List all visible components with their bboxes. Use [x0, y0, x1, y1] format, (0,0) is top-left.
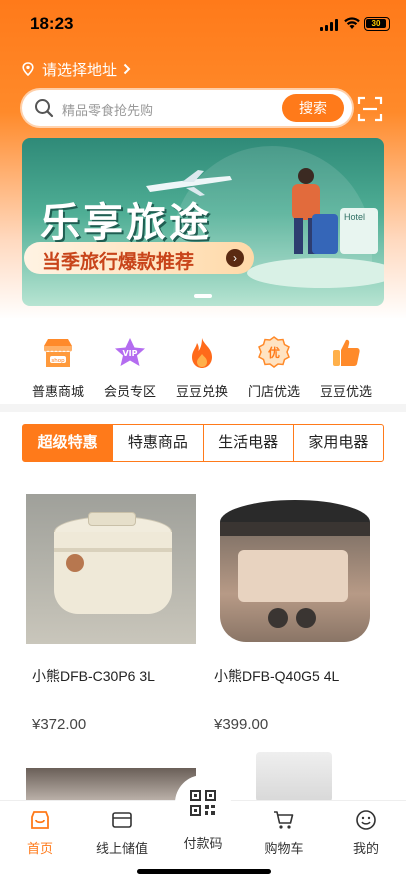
wallet-card-icon [112, 812, 132, 828]
product-image-cream-rice-cooker [26, 494, 196, 644]
category-label: 会员专区 [103, 384, 156, 399]
suitcase-illustration [312, 214, 338, 254]
address-label: 请选择地址 [42, 61, 118, 79]
carousel-indicator [194, 294, 212, 298]
category-item-shop[interactable]: shop 普惠商城 [22, 336, 94, 400]
tabbar-item-pay-code[interactable]: 付款码 [163, 775, 243, 852]
category-label: 门店优选 [247, 384, 300, 399]
category-label: 豆豆优选 [319, 384, 372, 399]
status-time: 18:23 [30, 14, 74, 33]
category-item-vip[interactable]: VIP 会员专区 [94, 336, 166, 400]
tabbar-label: 首页 [26, 841, 53, 856]
hotel-sign: Hotel [344, 212, 366, 222]
category-label: 豆豆兑换 [175, 384, 228, 399]
tabbar-item-home[interactable]: 首页 [0, 809, 80, 857]
tabbar-label: 线上储值 [95, 841, 148, 856]
svg-text:shop: shop [51, 358, 65, 364]
home-indicator [137, 869, 271, 874]
cart-icon [274, 811, 294, 829]
product-image-bronze-rice-cooker [208, 494, 378, 654]
vip-icon: VIP [115, 338, 145, 366]
scan-icon[interactable] [357, 96, 383, 122]
shop-icon: shop [44, 339, 72, 367]
hotel-building-illustration: Hotel [340, 208, 378, 254]
tab-super-deals[interactable]: 超级特惠 [23, 425, 114, 461]
pay-code-circle [175, 775, 231, 831]
arrow-right-icon: › [226, 249, 244, 267]
category-row: shop 普惠商城 VIP 会员专区 豆豆兑换 优 门店优选 豆豆优选 [0, 318, 406, 404]
product-name: 小熊DFB-C30P6 3L [32, 668, 155, 684]
product-tabs: 超级特惠 特惠商品 生活电器 家用电器 [22, 424, 384, 462]
product-card[interactable]: 小熊DFB-Q40G5 4L ¥399.00 [208, 494, 378, 744]
banner-subtitle-pill[interactable]: 当季旅行爆款推荐 › [24, 242, 254, 274]
svg-text:优: 优 [268, 345, 280, 360]
svg-text:VIP: VIP [122, 349, 137, 358]
status-bar: 18:23 30 [0, 14, 406, 36]
search-placeholder: 精品零食抢先购 [62, 103, 154, 118]
cellular-signal-icon [320, 19, 340, 31]
tab-home-appliances[interactable]: 家用电器 [294, 425, 383, 461]
banner-subtitle: 当季旅行爆款推荐 [42, 252, 195, 273]
category-item-bean-select[interactable]: 豆豆优选 [310, 336, 382, 400]
banner-stage [247, 258, 384, 288]
tabbar-label: 我的 [352, 841, 379, 856]
thumbs-up-icon [333, 339, 360, 366]
category-item-store-select[interactable]: 优 门店优选 [238, 336, 310, 400]
chevron-right-icon [123, 63, 131, 75]
address-selector[interactable]: 请选择地址 [22, 58, 131, 80]
promo-banner[interactable]: Hotel 乐享旅途 当季旅行爆款推荐 › [22, 138, 384, 306]
battery-level: 30 [366, 19, 386, 28]
tabbar-item-online-topup[interactable]: 线上储值 [82, 809, 162, 857]
product-price: ¥372.00 [32, 716, 87, 733]
tab-special-goods[interactable]: 特惠商品 [113, 425, 204, 461]
tabbar-item-profile[interactable]: 我的 [326, 809, 406, 857]
tabbar-label: 付款码 [183, 836, 223, 851]
search-button[interactable]: 搜索 [282, 94, 344, 122]
category-label: 普惠商城 [31, 384, 84, 399]
battery-icon: 30 [364, 17, 390, 31]
category-item-bean-exchange[interactable]: 豆豆兑换 [166, 336, 238, 400]
banner-title: 乐享旅途 [40, 200, 212, 246]
home-icon [31, 811, 49, 829]
product-card[interactable]: 小熊DFB-C30P6 3L ¥372.00 [26, 494, 196, 744]
flame-icon [192, 338, 212, 368]
product-section: 超级特惠 特惠商品 生活电器 家用电器 小熊DFB-C30P6 3L ¥372.… [0, 412, 406, 802]
search-icon [35, 99, 54, 118]
product-card-partial[interactable] [256, 752, 332, 802]
search-bar[interactable]: 精品零食抢先购 搜索 [22, 90, 352, 126]
qr-code-icon [190, 790, 216, 816]
wifi-icon [344, 17, 360, 29]
tabbar-item-cart[interactable]: 购物车 [244, 809, 324, 857]
product-price: ¥399.00 [214, 716, 269, 733]
location-pin-icon [22, 62, 34, 76]
tabbar-label: 购物车 [264, 841, 304, 856]
product-name: 小熊DFB-Q40G5 4L [214, 668, 340, 684]
badge-you-icon: 优 [258, 336, 290, 368]
smiley-icon [356, 810, 376, 830]
tab-life-appliances[interactable]: 生活电器 [204, 425, 294, 461]
